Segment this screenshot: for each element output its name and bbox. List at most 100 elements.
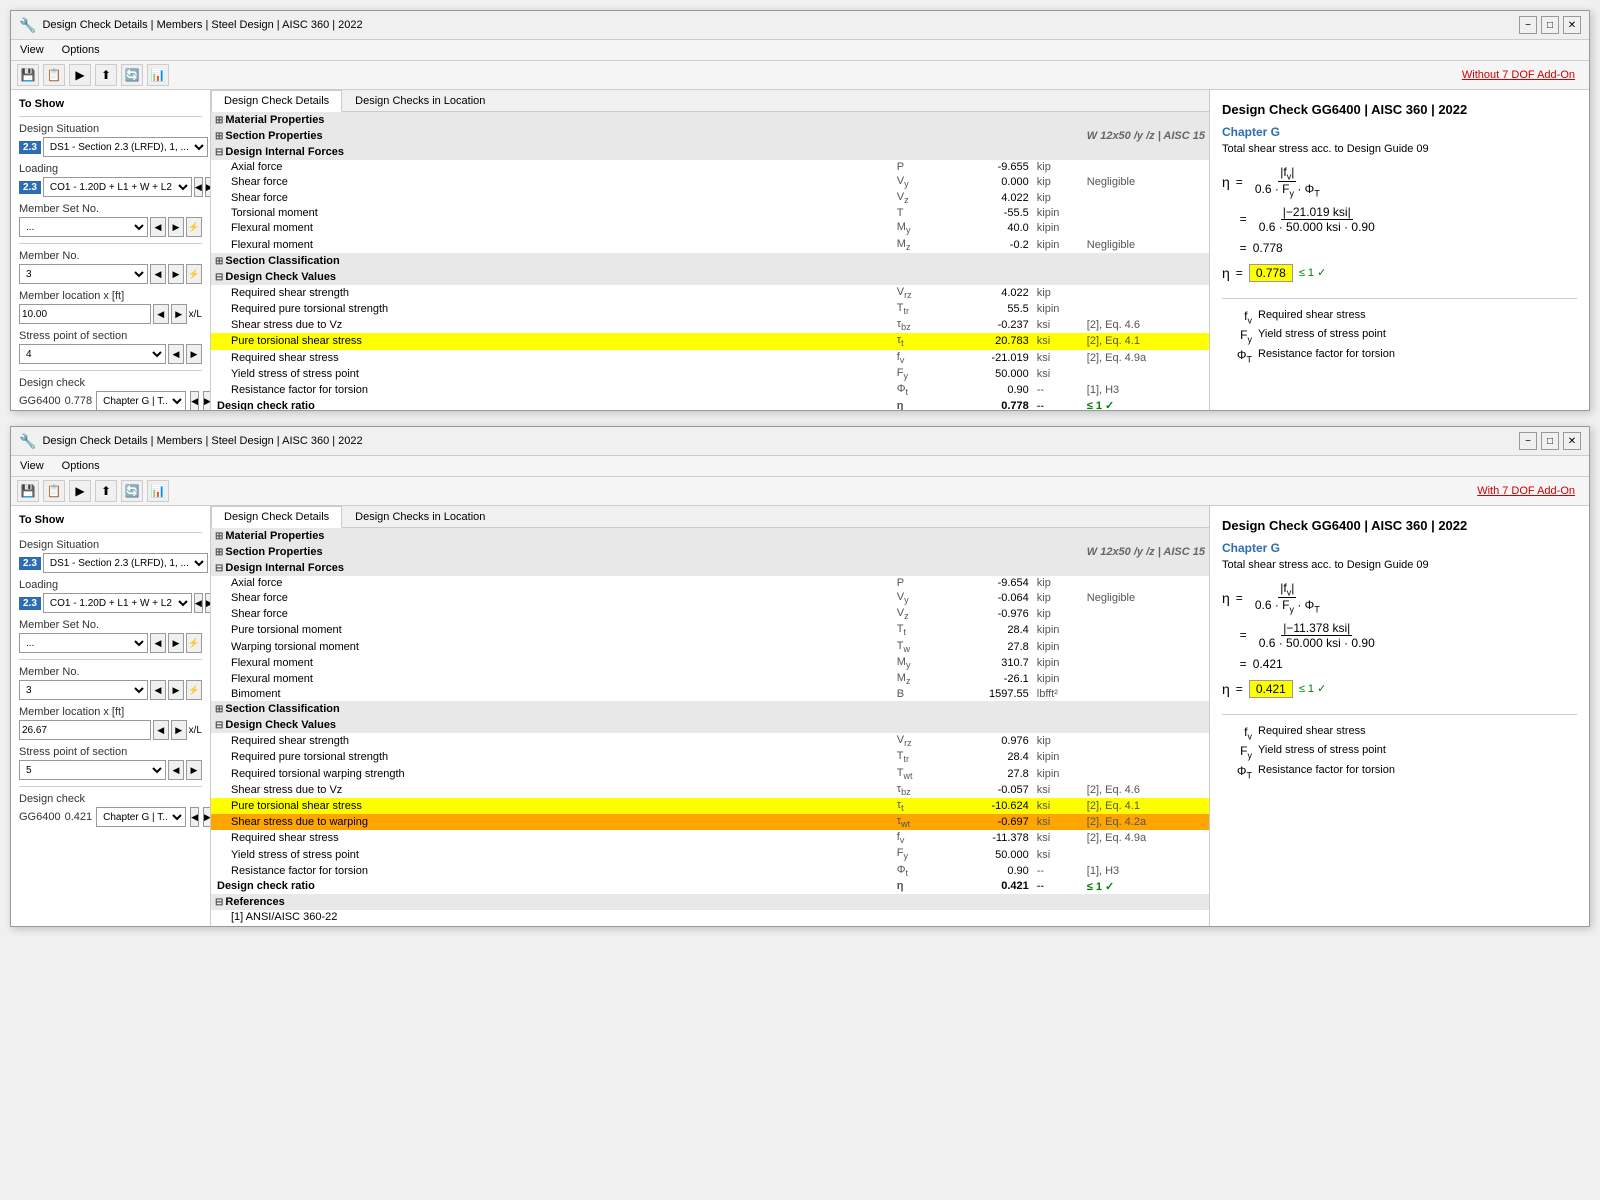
table-row: Required torsional warping strengthTwt27… xyxy=(211,766,1209,782)
ml-next-2[interactable]: ▶ xyxy=(171,720,187,740)
menu-view-2[interactable]: View xyxy=(17,459,47,473)
mn-prev-1[interactable]: ◀ xyxy=(150,264,166,284)
maximize-btn-2[interactable]: □ xyxy=(1541,432,1559,450)
loading-section-2: Loading 2.3 CO1 - 1.20D + L1 + W + L2 ◀ … xyxy=(19,579,202,613)
expand-dcv-1[interactable]: ⊟ xyxy=(215,272,223,283)
toolbar-btn-4[interactable]: ⬆ xyxy=(95,64,117,86)
toolbar2-btn-3[interactable]: ▶ xyxy=(69,480,91,502)
toolbar2-btn-6[interactable]: 📊 xyxy=(147,480,169,502)
mn-refresh-1[interactable]: ⚡ xyxy=(186,264,202,284)
stress-point-dropdown-2[interactable]: 5 xyxy=(19,760,166,780)
dc-prev-2[interactable]: ◀ xyxy=(190,807,199,827)
expand-material-1[interactable]: ⊞ xyxy=(215,115,223,126)
member-set-dropdown-1[interactable]: ... xyxy=(19,217,148,237)
addon-link-2[interactable]: With 7 DOF Add-On xyxy=(1477,485,1583,497)
close-btn-1[interactable]: ✕ xyxy=(1563,16,1581,34)
expand-sclass-1[interactable]: ⊞ xyxy=(215,256,223,267)
ms-refresh-2[interactable]: ⚡ xyxy=(186,633,202,653)
expand-forces-2[interactable]: ⊟ xyxy=(215,563,223,574)
sp-next-2[interactable]: ▶ xyxy=(186,760,202,780)
dc-next-2[interactable]: ▶ xyxy=(203,807,211,827)
toolbar2-btn-2[interactable]: 📋 xyxy=(43,480,65,502)
mn-refresh-2[interactable]: ⚡ xyxy=(186,680,202,700)
ml-next-1[interactable]: ▶ xyxy=(171,304,187,324)
loading-prev-1[interactable]: ◀ xyxy=(194,177,203,197)
legend-1: fv Required shear stress Fy Yield stress… xyxy=(1222,298,1577,364)
design-check-control-2: GG6400 0.421 Chapter G | T... ◀ ▶ xyxy=(19,807,202,827)
member-set-dropdown-2[interactable]: ... xyxy=(19,633,148,653)
legend-label-1-3: Resistance factor for torsion xyxy=(1258,348,1395,360)
expand-section-1[interactable]: ⊞ xyxy=(215,131,223,142)
tab-location-2[interactable]: Design Checks in Location xyxy=(342,506,498,527)
table-row: Yield stress of stress pointFy50.000ksi xyxy=(211,846,1209,862)
ml-prev-1[interactable]: ◀ xyxy=(153,304,169,324)
toolbar2-btn-4[interactable]: ⬆ xyxy=(95,480,117,502)
mn-next-2[interactable]: ▶ xyxy=(168,680,184,700)
expand-dcv-2[interactable]: ⊟ xyxy=(215,720,223,731)
menu-options-2[interactable]: Options xyxy=(59,459,103,473)
menu-options-1[interactable]: Options xyxy=(59,43,103,57)
dc-chapter-2[interactable]: Chapter G | T... xyxy=(96,807,186,827)
member-no-dropdown-2[interactable]: 3 xyxy=(19,680,148,700)
loading-dropdown-2[interactable]: CO1 - 1.20D + L1 + W + L2 xyxy=(43,593,192,613)
toolbar-btn-5[interactable]: 🔄 xyxy=(121,64,143,86)
ms-prev-1[interactable]: ◀ xyxy=(150,217,166,237)
toolbar-btn-6[interactable]: 📊 xyxy=(147,64,169,86)
tabs-2: Design Check Details Design Checks in Lo… xyxy=(211,506,1209,528)
legend-label-2-3: Resistance factor for torsion xyxy=(1258,764,1395,776)
member-loc-input-1[interactable] xyxy=(19,304,151,324)
toolbar-btn-2[interactable]: 📋 xyxy=(43,64,65,86)
sp-prev-1[interactable]: ◀ xyxy=(168,344,184,364)
formula-row-2: η = |fv| 0.6 · Fy · ΦT xyxy=(1222,581,1577,615)
tab-details-2[interactable]: Design Check Details xyxy=(211,506,342,528)
dc-next-1[interactable]: ▶ xyxy=(203,391,211,410)
close-btn-2[interactable]: ✕ xyxy=(1563,432,1581,450)
dc-chapter-1[interactable]: Chapter G | T... xyxy=(96,391,186,410)
mn-prev-2[interactable]: ◀ xyxy=(150,680,166,700)
result-val-1: 0.778 xyxy=(1253,241,1283,255)
ms-next-1[interactable]: ▶ xyxy=(168,217,184,237)
menu-view-1[interactable]: View xyxy=(17,43,47,57)
loading-dropdown-1[interactable]: CO1 - 1.20D + L1 + W + L2 xyxy=(43,177,192,197)
member-loc-input-2[interactable] xyxy=(19,720,151,740)
window-controls-1: − □ ✕ xyxy=(1519,16,1581,34)
table-row: Design check ratioη0.421--≤ 1 ✓ xyxy=(211,879,1209,894)
expand-forces-1[interactable]: ⊟ xyxy=(215,147,223,158)
member-no-dropdown-1[interactable]: 3 xyxy=(19,264,148,284)
sp-next-1[interactable]: ▶ xyxy=(186,344,202,364)
ml-prev-2[interactable]: ◀ xyxy=(153,720,169,740)
mn-next-1[interactable]: ▶ xyxy=(168,264,184,284)
design-situation-dropdown-2[interactable]: DS1 - Section 2.3 (LRFD), 1, ... xyxy=(43,553,208,573)
expand-refs-2[interactable]: ⊟ xyxy=(215,897,223,908)
table-row: BimomentB1597.55lbfft² xyxy=(211,687,1209,701)
tab-details-1[interactable]: Design Check Details xyxy=(211,90,342,112)
toolbar2-btn-5[interactable]: 🔄 xyxy=(121,480,143,502)
minimize-btn-1[interactable]: − xyxy=(1519,16,1537,34)
toolbar-btn-1[interactable]: 💾 xyxy=(17,64,39,86)
stress-point-control-1: 4 ◀ ▶ xyxy=(19,344,202,364)
dc-ratio-1: 0.778 xyxy=(65,395,93,407)
expand-sclass-2[interactable]: ⊞ xyxy=(215,704,223,715)
toolbar2-btn-1[interactable]: 💾 xyxy=(17,480,39,502)
stress-point-dropdown-1[interactable]: 4 xyxy=(19,344,166,364)
member-loc-control-2: ◀ ▶ x/L xyxy=(19,720,202,740)
ms-prev-2[interactable]: ◀ xyxy=(150,633,166,653)
toolbar-btn-3[interactable]: ▶ xyxy=(69,64,91,86)
minimize-btn-2[interactable]: − xyxy=(1519,432,1537,450)
ms-refresh-1[interactable]: ⚡ xyxy=(186,217,202,237)
design-situation-section-1: Design Situation 2.3 DS1 - Section 2.3 (… xyxy=(19,123,202,157)
dc-prev-1[interactable]: ◀ xyxy=(190,391,199,410)
tab-location-1[interactable]: Design Checks in Location xyxy=(342,90,498,111)
legend-label-2-1: Required shear stress xyxy=(1258,725,1366,737)
ms-next-2[interactable]: ▶ xyxy=(168,633,184,653)
window-title-1: Design Check Details | Members | Steel D… xyxy=(42,19,362,31)
maximize-btn-1[interactable]: □ xyxy=(1541,16,1559,34)
addon-link-1[interactable]: Without 7 DOF Add-On xyxy=(1462,69,1583,81)
table-row: Shear stress due to warpingτwt-0.697ksi[… xyxy=(211,814,1209,830)
expand-section-2[interactable]: ⊞ xyxy=(215,547,223,558)
expand-material-2[interactable]: ⊞ xyxy=(215,531,223,542)
design-situation-dropdown-1[interactable]: DS1 - Section 2.3 (LRFD), 1, ... xyxy=(43,137,208,157)
loading-prev-2[interactable]: ◀ xyxy=(194,593,203,613)
sp-prev-2[interactable]: ◀ xyxy=(168,760,184,780)
fraction-calc-2: |−11.378 ksi| 0.6 · 50.000 ksi · 0.90 xyxy=(1257,621,1377,650)
